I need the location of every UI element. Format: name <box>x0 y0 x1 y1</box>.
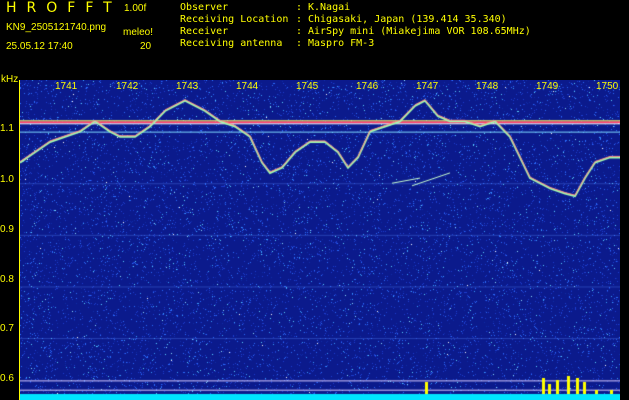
info-value: Maspro FM-3 <box>308 38 375 49</box>
filename-label: KN9_2505121740.png <box>6 22 107 33</box>
spectrogram-canvas <box>20 80 620 400</box>
y-tick-label: 0.6 <box>0 373 14 384</box>
info-row-location: Receiving Location: Chigasaki, Japan (139… <box>180 14 531 26</box>
x-tick-label: 1742 <box>116 81 139 92</box>
y-tick-label: 0.9 <box>0 224 14 235</box>
x-tick-label: 1746 <box>356 81 379 92</box>
info-value: Chigasaki, Japan (139.414 35.340) <box>308 14 507 25</box>
y-tick-label: 0.8 <box>0 274 14 285</box>
info-value: K.Nagai <box>308 2 351 13</box>
info-key: Receiver <box>180 26 229 37</box>
meleo-label: meleo! <box>123 27 154 38</box>
info-key: Receiving antenna <box>180 38 283 49</box>
spectrogram-plot <box>20 80 620 400</box>
observation-info: Observer: K.Nagai Receiving Location: Chig… <box>180 2 531 50</box>
info-key: Receiving Location <box>180 14 289 25</box>
info-row-antenna: Receiving antenna: Maspro FM-3 <box>180 38 531 50</box>
y-tick-label: 1.1 <box>0 123 14 134</box>
info-key: Observer <box>180 2 229 13</box>
meleo-value: 20 <box>140 41 152 52</box>
x-tick-label: 1749 <box>536 81 559 92</box>
x-tick-label: 1750 <box>596 81 619 92</box>
timestamp-label: 25.05.12 17:40 <box>6 41 73 52</box>
x-tick-label: 1743 <box>176 81 199 92</box>
y-tick-label: 1.0 <box>0 174 14 185</box>
info-separator: : <box>296 26 303 37</box>
info-row-receiver: Receiver: AirSpy mini (Miakejima VOR 108.… <box>180 26 531 38</box>
info-separator: : <box>296 14 303 25</box>
app-title: HROFFT <box>6 0 122 16</box>
info-separator: : <box>296 38 303 49</box>
y-tick-label: 0.7 <box>0 323 14 334</box>
x-tick-label: 1747 <box>416 81 439 92</box>
header-panel: HROFFT 1.00f KN9_2505121740.png meleo! 2… <box>0 0 629 74</box>
x-tick-label: 1745 <box>296 81 319 92</box>
info-row-observer: Observer: K.Nagai <box>180 2 531 14</box>
x-tick-label: 1748 <box>476 81 499 92</box>
y-axis-unit: kHz <box>1 74 19 85</box>
x-tick-label: 1741 <box>55 81 78 92</box>
x-tick-label: 1744 <box>236 81 259 92</box>
version-label: 1.00f <box>124 3 147 14</box>
info-separator: : <box>296 2 303 13</box>
info-value: AirSpy mini (Miakejima VOR 108.65MHz) <box>308 26 531 37</box>
